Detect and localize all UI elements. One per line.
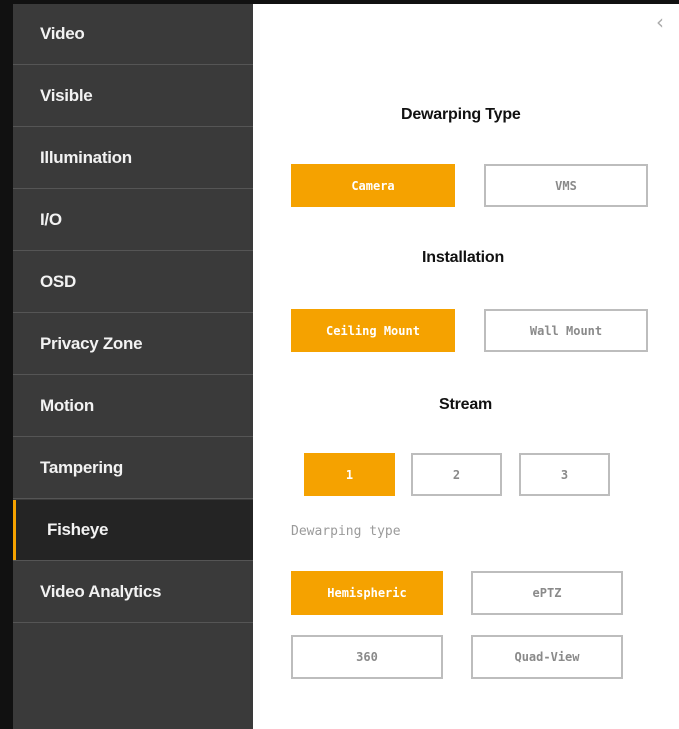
left-border <box>0 0 13 729</box>
sidebar-item-video-analytics[interactable]: Video Analytics <box>13 562 253 623</box>
dewarping-type-heading: Dewarping Type <box>401 106 521 123</box>
ceiling-mount-button[interactable]: Ceiling Mount <box>291 309 455 352</box>
sidebar-item-label: Tampering <box>40 458 123 477</box>
camera-button[interactable]: Camera <box>291 164 455 207</box>
vms-button[interactable]: VMS <box>484 164 648 207</box>
chevron-left-icon[interactable]: ‹ <box>651 12 669 32</box>
sidebar-item-label: Illumination <box>40 148 132 167</box>
sidebar-item-tampering[interactable]: Tampering <box>13 438 253 499</box>
settings-window: Video Visible Illumination I/O OSD Priva… <box>0 0 679 729</box>
fisheye-panel: ‹ Dewarping Type Camera VMS Installation… <box>253 4 679 729</box>
sidebar-item-io[interactable]: I/O <box>13 190 253 251</box>
360-button[interactable]: 360 <box>291 635 443 679</box>
sidebar-item-label: Visible <box>40 86 93 105</box>
sidebar-item-privacy-zone[interactable]: Privacy Zone <box>13 314 253 375</box>
sidebar-item-illumination[interactable]: Illumination <box>13 128 253 189</box>
sidebar-item-label: Video <box>40 24 85 43</box>
hemispheric-button[interactable]: Hemispheric <box>291 571 443 615</box>
sidebar-item-visible[interactable]: Visible <box>13 66 253 127</box>
sidebar-item-label: Privacy Zone <box>40 334 143 353</box>
eptz-button[interactable]: ePTZ <box>471 571 623 615</box>
installation-heading: Installation <box>422 249 505 266</box>
sidebar-item-label: Motion <box>40 396 94 415</box>
sidebar: Video Visible Illumination I/O OSD Priva… <box>13 4 253 729</box>
stream-3-button[interactable]: 3 <box>519 453 610 496</box>
sidebar-item-video[interactable]: Video <box>13 4 253 65</box>
stream-2-button[interactable]: 2 <box>411 453 502 496</box>
stream-heading: Stream <box>439 396 493 413</box>
sidebar-item-label: I/O <box>40 210 62 229</box>
sidebar-item-osd[interactable]: OSD <box>13 252 253 313</box>
dewarping-mode-label: Dewarping type <box>291 524 401 539</box>
sidebar-item-motion[interactable]: Motion <box>13 376 253 437</box>
stream-1-button[interactable]: 1 <box>304 453 395 496</box>
sidebar-item-label: Video Analytics <box>40 582 162 601</box>
wall-mount-button[interactable]: Wall Mount <box>484 309 648 352</box>
sidebar-item-fisheye[interactable]: Fisheye <box>13 500 253 561</box>
quad-view-button[interactable]: Quad-View <box>471 635 623 679</box>
sidebar-item-label: Fisheye <box>47 520 109 539</box>
sidebar-item-label: OSD <box>40 272 76 291</box>
